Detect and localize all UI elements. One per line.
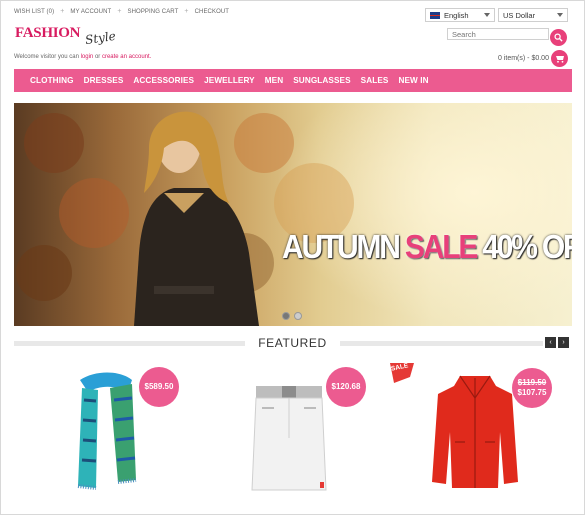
price-value: $120.68 <box>331 382 361 391</box>
checkout-link[interactable]: CHECKOUT <box>195 9 229 15</box>
nav-sunglasses[interactable]: SUNGLASSES <box>293 76 350 85</box>
product-card-scarf[interactable] <box>70 370 150 495</box>
separator: + <box>117 8 122 15</box>
my-account-link[interactable]: MY ACCOUNT <box>70 9 111 15</box>
banner-text-autumn: AUTUMN <box>282 229 405 266</box>
uk-flag-icon <box>430 11 440 19</box>
product-image-skirt <box>251 386 327 491</box>
welcome-or: or <box>94 54 101 60</box>
cart-icon <box>555 56 564 63</box>
product-card-skirt[interactable] <box>250 378 328 496</box>
language-value: English <box>444 10 469 20</box>
price-badge: $589.50 <box>139 367 179 407</box>
chevron-down-icon <box>484 13 490 17</box>
featured-divider-left <box>14 341 245 346</box>
nav-accessories[interactable]: ACCESSORIES <box>133 76 194 85</box>
price-badge: $120.68 <box>326 367 366 407</box>
nav-men[interactable]: MEN <box>265 76 284 85</box>
product-card-jacket[interactable] <box>430 372 520 492</box>
old-price-value: $119.50 <box>517 378 547 387</box>
welcome-message: Welcome visitor you can login or create … <box>14 54 151 60</box>
create-account-link[interactable]: create an account. <box>102 54 151 60</box>
banner-text-sale: SALE <box>404 229 483 266</box>
price-value: $107.75 <box>517 388 547 397</box>
nav-dresses[interactable]: DRESSES <box>84 76 124 85</box>
site-logo[interactable]: FASHION Style <box>15 22 135 54</box>
slider-dot[interactable] <box>282 312 290 320</box>
currency-select[interactable]: US Dollar <box>498 8 568 22</box>
wishlist-link[interactable]: WISH LIST (0) <box>14 9 54 15</box>
currency-value: US Dollar <box>503 10 536 20</box>
carousel-prev-button[interactable]: ‹ <box>545 337 556 348</box>
search-button[interactable] <box>550 29 567 46</box>
banner-text-off: 40% OFF <box>482 229 572 266</box>
banner-photo <box>16 103 572 326</box>
nav-jewellery[interactable]: JEWELLERY <box>204 76 255 85</box>
product-image-scarf <box>77 372 137 490</box>
login-link[interactable]: login <box>81 54 94 60</box>
nav-new-in[interactable]: NEW IN <box>398 76 428 85</box>
price-value: $589.50 <box>144 382 174 391</box>
price-badge: $119.50 $107.75 <box>512 368 552 408</box>
featured-divider-right <box>340 341 543 346</box>
slider-dots <box>282 312 306 320</box>
welcome-prefix: Welcome visitor you can <box>14 54 79 60</box>
top-links: WISH LIST (0) + MY ACCOUNT + SHOPPING CA… <box>14 8 229 15</box>
hero-banner[interactable]: AUTUMN SALE 40% OFF <box>14 103 572 326</box>
chevron-down-icon <box>557 13 563 17</box>
logo-fashion: FASHION <box>15 25 81 41</box>
search-icon <box>554 33 563 42</box>
featured-title: FEATURED <box>258 336 327 350</box>
language-select[interactable]: English <box>425 8 495 22</box>
shopping-cart-link[interactable]: SHOPPING CART <box>128 9 179 15</box>
slider-dot[interactable] <box>294 312 302 320</box>
nav-clothing[interactable]: CLOTHING <box>30 76 74 85</box>
search-input[interactable] <box>447 28 549 40</box>
carousel-next-button[interactable]: › <box>558 337 569 348</box>
cart-summary[interactable]: 0 item(s) - $0.00 <box>498 55 549 62</box>
product-image-jacket <box>432 375 518 488</box>
separator: + <box>184 8 189 15</box>
banner-headline: AUTUMN SALE 40% OFF <box>282 229 572 267</box>
separator: + <box>60 8 65 15</box>
nav-sales[interactable]: SALES <box>361 76 389 85</box>
main-nav: CLOTHING DRESSES ACCESSORIES JEWELLERY M… <box>14 69 572 92</box>
logo-style: Style <box>84 28 117 48</box>
cart-button[interactable] <box>551 50 568 67</box>
